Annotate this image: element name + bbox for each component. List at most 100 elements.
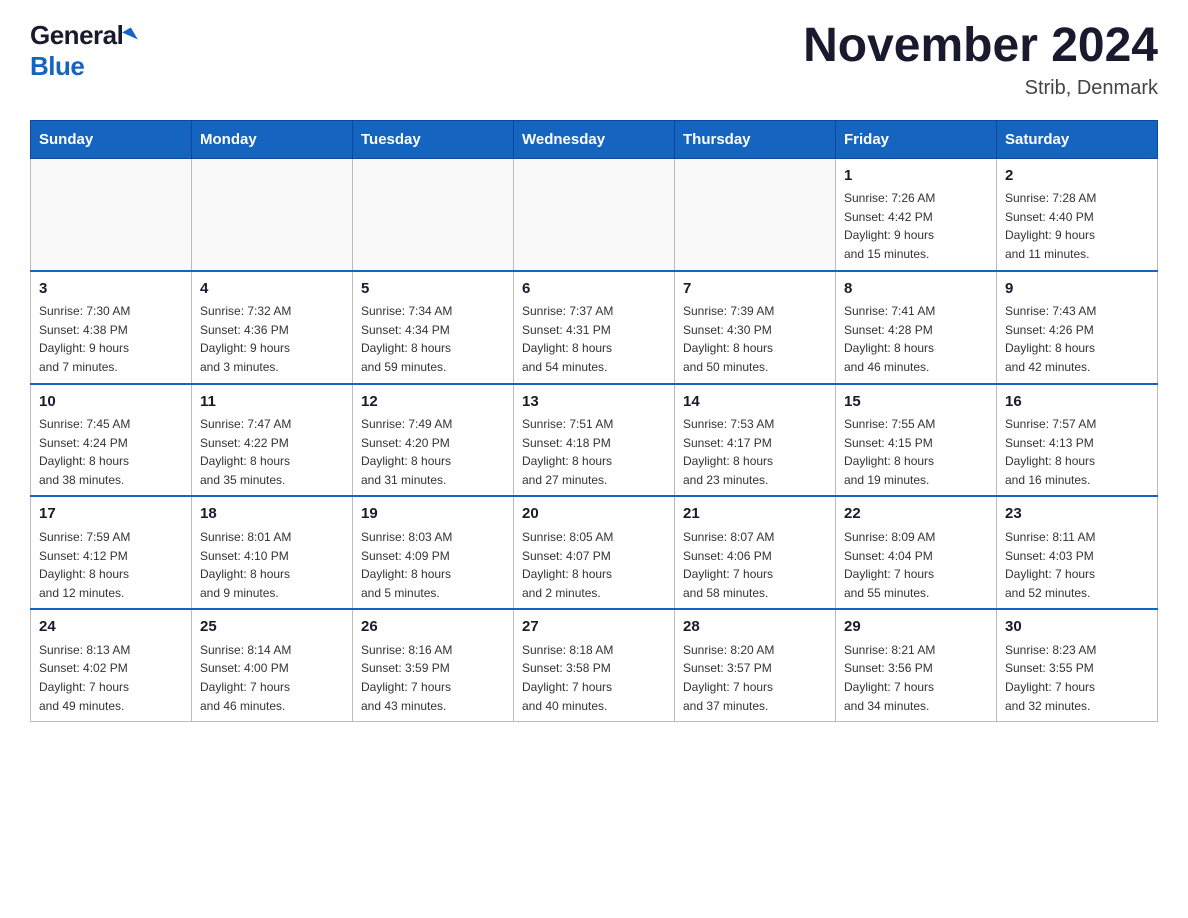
day-info: Sunrise: 7:28 AM Sunset: 4:40 PM Dayligh… [1005, 189, 1149, 263]
calendar-week-row: 1Sunrise: 7:26 AM Sunset: 4:42 PM Daylig… [31, 158, 1158, 270]
calendar-week-row: 17Sunrise: 7:59 AM Sunset: 4:12 PM Dayli… [31, 496, 1158, 609]
day-number: 26 [361, 616, 505, 639]
calendar-cell: 29Sunrise: 8:21 AM Sunset: 3:56 PM Dayli… [836, 609, 997, 721]
day-info: Sunrise: 8:16 AM Sunset: 3:59 PM Dayligh… [361, 641, 505, 715]
day-number: 29 [844, 616, 988, 639]
day-number: 14 [683, 391, 827, 414]
calendar-header-monday: Monday [192, 120, 353, 158]
calendar-cell [192, 158, 353, 270]
calendar-cell: 21Sunrise: 8:07 AM Sunset: 4:06 PM Dayli… [675, 496, 836, 609]
day-info: Sunrise: 8:03 AM Sunset: 4:09 PM Dayligh… [361, 528, 505, 602]
calendar-cell: 17Sunrise: 7:59 AM Sunset: 4:12 PM Dayli… [31, 496, 192, 609]
day-info: Sunrise: 8:23 AM Sunset: 3:55 PM Dayligh… [1005, 641, 1149, 715]
day-info: Sunrise: 7:45 AM Sunset: 4:24 PM Dayligh… [39, 415, 183, 489]
title-area: November 2024 Strib, Denmark [803, 20, 1158, 100]
day-number: 15 [844, 391, 988, 414]
day-info: Sunrise: 7:41 AM Sunset: 4:28 PM Dayligh… [844, 302, 988, 376]
day-number: 13 [522, 391, 666, 414]
logo-arrow-icon [122, 27, 138, 44]
logo-blue-text: Blue [30, 51, 84, 82]
day-number: 3 [39, 278, 183, 301]
day-info: Sunrise: 7:55 AM Sunset: 4:15 PM Dayligh… [844, 415, 988, 489]
calendar-cell: 3Sunrise: 7:30 AM Sunset: 4:38 PM Daylig… [31, 271, 192, 384]
calendar-cell: 7Sunrise: 7:39 AM Sunset: 4:30 PM Daylig… [675, 271, 836, 384]
day-number: 8 [844, 278, 988, 301]
calendar-cell: 15Sunrise: 7:55 AM Sunset: 4:15 PM Dayli… [836, 384, 997, 497]
calendar-week-row: 24Sunrise: 8:13 AM Sunset: 4:02 PM Dayli… [31, 609, 1158, 721]
day-info: Sunrise: 7:43 AM Sunset: 4:26 PM Dayligh… [1005, 302, 1149, 376]
day-info: Sunrise: 7:53 AM Sunset: 4:17 PM Dayligh… [683, 415, 827, 489]
day-number: 12 [361, 391, 505, 414]
calendar-cell: 12Sunrise: 7:49 AM Sunset: 4:20 PM Dayli… [353, 384, 514, 497]
calendar-header-wednesday: Wednesday [514, 120, 675, 158]
calendar: SundayMondayTuesdayWednesdayThursdayFrid… [30, 120, 1158, 722]
calendar-cell [675, 158, 836, 270]
calendar-cell: 2Sunrise: 7:28 AM Sunset: 4:40 PM Daylig… [997, 158, 1158, 270]
calendar-week-row: 3Sunrise: 7:30 AM Sunset: 4:38 PM Daylig… [31, 271, 1158, 384]
calendar-header-friday: Friday [836, 120, 997, 158]
calendar-week-row: 10Sunrise: 7:45 AM Sunset: 4:24 PM Dayli… [31, 384, 1158, 497]
day-info: Sunrise: 8:07 AM Sunset: 4:06 PM Dayligh… [683, 528, 827, 602]
day-number: 5 [361, 278, 505, 301]
day-number: 6 [522, 278, 666, 301]
day-info: Sunrise: 8:14 AM Sunset: 4:00 PM Dayligh… [200, 641, 344, 715]
calendar-cell: 6Sunrise: 7:37 AM Sunset: 4:31 PM Daylig… [514, 271, 675, 384]
calendar-cell [514, 158, 675, 270]
day-info: Sunrise: 7:34 AM Sunset: 4:34 PM Dayligh… [361, 302, 505, 376]
day-info: Sunrise: 8:09 AM Sunset: 4:04 PM Dayligh… [844, 528, 988, 602]
day-number: 21 [683, 503, 827, 526]
day-info: Sunrise: 7:49 AM Sunset: 4:20 PM Dayligh… [361, 415, 505, 489]
day-number: 22 [844, 503, 988, 526]
day-info: Sunrise: 8:21 AM Sunset: 3:56 PM Dayligh… [844, 641, 988, 715]
day-number: 7 [683, 278, 827, 301]
header: General Blue November 2024 Strib, Denmar… [30, 20, 1158, 100]
calendar-cell: 19Sunrise: 8:03 AM Sunset: 4:09 PM Dayli… [353, 496, 514, 609]
calendar-cell: 16Sunrise: 7:57 AM Sunset: 4:13 PM Dayli… [997, 384, 1158, 497]
calendar-cell: 23Sunrise: 8:11 AM Sunset: 4:03 PM Dayli… [997, 496, 1158, 609]
logo-general-text: General [30, 20, 123, 51]
calendar-cell: 1Sunrise: 7:26 AM Sunset: 4:42 PM Daylig… [836, 158, 997, 270]
logo: General Blue [30, 20, 135, 82]
day-number: 23 [1005, 503, 1149, 526]
calendar-cell: 14Sunrise: 7:53 AM Sunset: 4:17 PM Dayli… [675, 384, 836, 497]
day-number: 2 [1005, 165, 1149, 188]
day-number: 16 [1005, 391, 1149, 414]
calendar-cell: 8Sunrise: 7:41 AM Sunset: 4:28 PM Daylig… [836, 271, 997, 384]
day-number: 27 [522, 616, 666, 639]
calendar-header-tuesday: Tuesday [353, 120, 514, 158]
day-number: 30 [1005, 616, 1149, 639]
day-number: 19 [361, 503, 505, 526]
day-info: Sunrise: 7:57 AM Sunset: 4:13 PM Dayligh… [1005, 415, 1149, 489]
day-info: Sunrise: 8:13 AM Sunset: 4:02 PM Dayligh… [39, 641, 183, 715]
calendar-cell: 26Sunrise: 8:16 AM Sunset: 3:59 PM Dayli… [353, 609, 514, 721]
day-number: 11 [200, 391, 344, 414]
calendar-cell: 9Sunrise: 7:43 AM Sunset: 4:26 PM Daylig… [997, 271, 1158, 384]
day-number: 1 [844, 165, 988, 188]
day-info: Sunrise: 7:26 AM Sunset: 4:42 PM Dayligh… [844, 189, 988, 263]
day-number: 10 [39, 391, 183, 414]
calendar-cell: 10Sunrise: 7:45 AM Sunset: 4:24 PM Dayli… [31, 384, 192, 497]
calendar-cell [31, 158, 192, 270]
day-number: 28 [683, 616, 827, 639]
calendar-cell: 18Sunrise: 8:01 AM Sunset: 4:10 PM Dayli… [192, 496, 353, 609]
day-info: Sunrise: 7:47 AM Sunset: 4:22 PM Dayligh… [200, 415, 344, 489]
day-info: Sunrise: 8:11 AM Sunset: 4:03 PM Dayligh… [1005, 528, 1149, 602]
calendar-header-row: SundayMondayTuesdayWednesdayThursdayFrid… [31, 120, 1158, 158]
calendar-header-sunday: Sunday [31, 120, 192, 158]
day-info: Sunrise: 7:51 AM Sunset: 4:18 PM Dayligh… [522, 415, 666, 489]
day-info: Sunrise: 7:37 AM Sunset: 4:31 PM Dayligh… [522, 302, 666, 376]
day-number: 24 [39, 616, 183, 639]
calendar-cell [353, 158, 514, 270]
calendar-header-saturday: Saturday [997, 120, 1158, 158]
calendar-cell: 24Sunrise: 8:13 AM Sunset: 4:02 PM Dayli… [31, 609, 192, 721]
calendar-cell: 30Sunrise: 8:23 AM Sunset: 3:55 PM Dayli… [997, 609, 1158, 721]
day-number: 18 [200, 503, 344, 526]
month-title: November 2024 [803, 20, 1158, 73]
day-number: 25 [200, 616, 344, 639]
calendar-cell: 25Sunrise: 8:14 AM Sunset: 4:00 PM Dayli… [192, 609, 353, 721]
day-info: Sunrise: 7:32 AM Sunset: 4:36 PM Dayligh… [200, 302, 344, 376]
calendar-cell: 4Sunrise: 7:32 AM Sunset: 4:36 PM Daylig… [192, 271, 353, 384]
calendar-cell: 20Sunrise: 8:05 AM Sunset: 4:07 PM Dayli… [514, 496, 675, 609]
day-info: Sunrise: 8:18 AM Sunset: 3:58 PM Dayligh… [522, 641, 666, 715]
day-info: Sunrise: 8:01 AM Sunset: 4:10 PM Dayligh… [200, 528, 344, 602]
